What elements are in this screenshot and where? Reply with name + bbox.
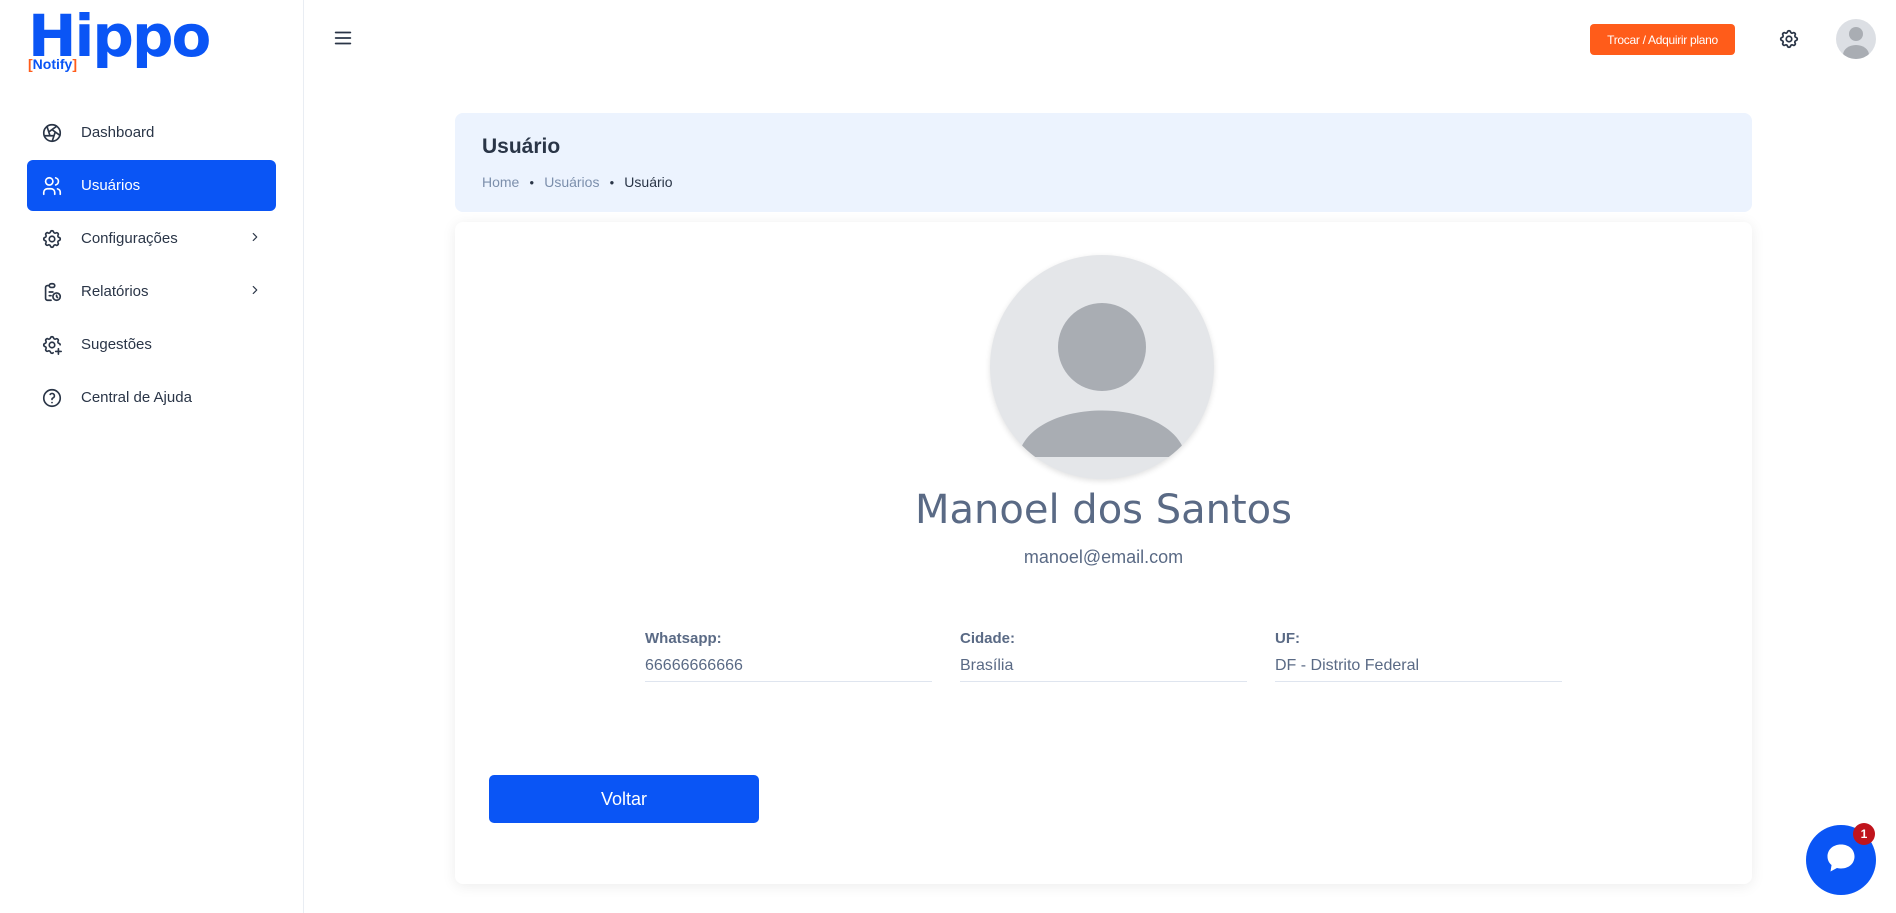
sidebar-item-label: Central de Ajuda [81,389,192,406]
sidebar-item-label: Sugestões [81,336,152,353]
breadcrumb-home[interactable]: Home [482,174,519,190]
sidebar-item-central-de-ajuda[interactable]: Central de Ajuda [27,372,276,423]
settings-gear-icon[interactable] [1778,28,1800,50]
field-value: 66666666666 [645,657,743,674]
field-label: Whatsapp: [645,630,722,647]
chevron-right-icon [248,230,262,248]
hamburger-menu-icon[interactable] [332,27,354,49]
breadcrumb-separator-icon: ● [609,177,615,187]
user-avatar-button[interactable] [1836,19,1876,59]
hippo-logo[interactable]: Hippo [Notify] [28,6,211,76]
gear-plus-icon [39,332,65,358]
sidebar-nav: Dashboard Usuários Configurações Relatór… [27,107,276,425]
cidade-field: Cidade: Brasília [960,630,1247,682]
chat-notification-badge: 1 [1853,823,1875,845]
page-header: Usuário Home ● Usuários ● Usuário [455,113,1752,212]
sidebar-item-relatorios[interactable]: Relatórios [27,266,276,317]
help-circle-icon [39,385,65,411]
back-button[interactable]: Voltar [489,775,759,823]
uf-field: UF: DF - Distrito Federal [1275,630,1562,682]
breadcrumb-current: Usuário [624,174,673,190]
profile-email: manoel@email.com [1023,547,1184,567]
gear-icon [39,226,65,252]
sidebar-item-dashboard[interactable]: Dashboard [27,107,276,158]
aperture-icon [39,120,65,146]
change-plan-button[interactable]: Trocar / Adquirir plano [1590,24,1735,55]
profile-name: Manoel dos Santos [915,487,1292,533]
whatsapp-field: Whatsapp: 66666666666 [645,630,932,682]
field-label: Cidade: [960,630,1016,647]
field-value: DF - Distrito Federal [1275,657,1420,674]
sidebar-item-label: Configurações [81,230,178,247]
sidebar-item-label: Usuários [81,177,141,194]
field-label: UF: [1275,630,1300,647]
field-value: Brasília [960,657,1014,674]
sidebar-item-configuracoes[interactable]: Configurações [27,213,276,264]
users-icon [39,173,65,199]
profile-avatar [990,255,1214,479]
sidebar: Hippo [Notify] Dashboard Usuários Config… [0,0,304,913]
sidebar-item-usuarios[interactable]: Usuários [27,160,276,211]
breadcrumb-separator-icon: ● [529,177,535,187]
sidebar-item-label: Relatórios [81,283,149,300]
chevron-right-icon [248,283,262,301]
page-title: Usuário [482,135,561,158]
sidebar-item-label: Dashboard [81,124,155,141]
user-profile-card: Manoel dos Santos manoel@email.com Whats… [455,222,1752,884]
sidebar-item-sugestoes[interactable]: Sugestões [27,319,276,370]
logo-subtitle: [Notify] [28,56,78,72]
breadcrumb: Home ● Usuários ● Usuário [482,174,1725,190]
chat-bubble-icon [1823,840,1859,881]
clipboard-clock-icon [39,279,65,305]
breadcrumb-usuarios[interactable]: Usuários [544,174,599,190]
